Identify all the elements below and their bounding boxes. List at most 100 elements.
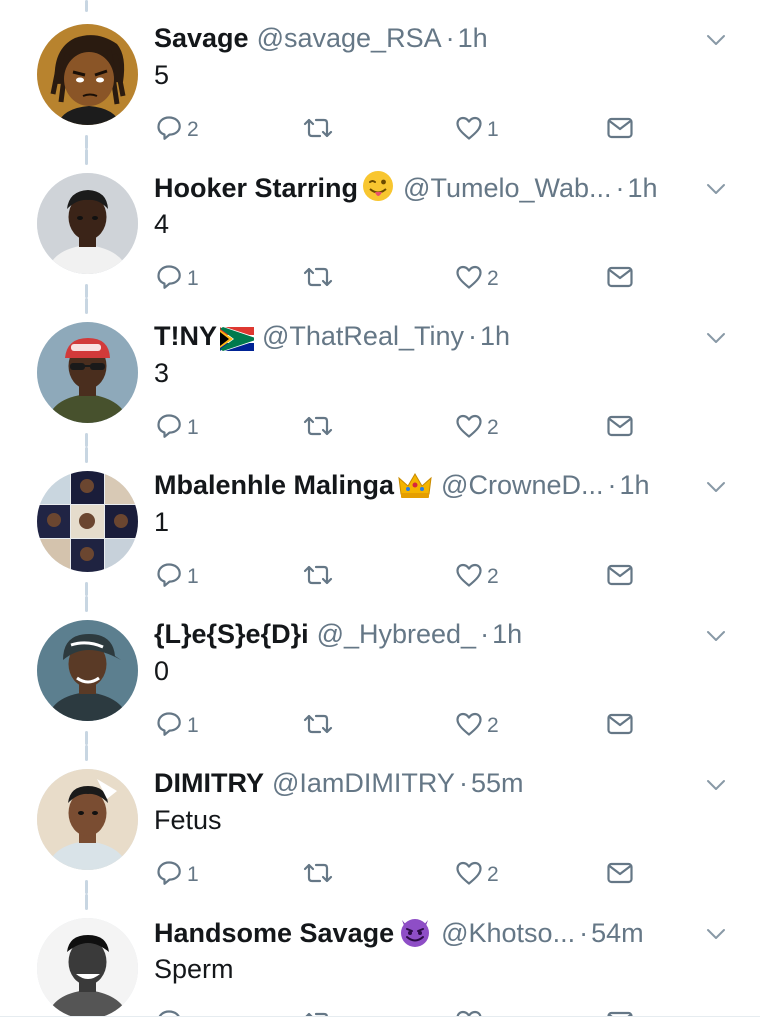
retweet-icon xyxy=(301,709,335,744)
tweet-4[interactable]: Mbalenhle Malinga @CrowneD... · 1h 1 1 2 xyxy=(0,447,760,596)
reply-count: 1 xyxy=(187,267,199,290)
reply-button[interactable]: 1 xyxy=(154,561,199,593)
separator-dot: · xyxy=(480,619,490,649)
retweet-button[interactable] xyxy=(301,263,338,295)
tweet-3[interactable]: T!NY @ThatReal_Tiny · 1h 3 1 2 xyxy=(0,298,760,447)
timestamp[interactable]: 1h xyxy=(480,321,510,351)
user-handle[interactable]: @Khotso... xyxy=(441,918,575,948)
display-name[interactable]: T!NY xyxy=(154,321,217,351)
separator-dot: · xyxy=(607,470,617,500)
reply-icon xyxy=(154,262,184,297)
display-name[interactable]: Hooker Starring xyxy=(154,173,358,203)
like-icon xyxy=(454,560,484,595)
like-button[interactable]: 2 xyxy=(454,710,499,742)
tweet-actions: 1 2 xyxy=(154,412,654,444)
direct-message-button[interactable] xyxy=(605,710,635,742)
reply-count: 1 xyxy=(187,714,199,737)
direct-message-button[interactable] xyxy=(605,561,635,593)
chevron-down-icon[interactable] xyxy=(704,475,728,499)
avatar[interactable] xyxy=(37,620,138,721)
reply-button[interactable]: 2 xyxy=(154,114,199,146)
direct-message-button[interactable] xyxy=(605,114,635,146)
retweet-icon xyxy=(301,411,335,446)
retweet-button[interactable] xyxy=(301,412,338,444)
timestamp[interactable]: 1h xyxy=(628,173,658,203)
like-count: 2 xyxy=(487,863,499,886)
user-handle[interactable]: @savage_RSA xyxy=(257,23,442,53)
separator-dot: · xyxy=(445,23,455,53)
display-name[interactable]: Handsome Savage xyxy=(154,918,394,948)
avatar[interactable] xyxy=(37,918,138,1019)
user-handle[interactable]: @_Hybreed_ xyxy=(317,619,477,649)
timestamp[interactable]: 54m xyxy=(591,918,644,948)
retweet-button[interactable] xyxy=(301,859,338,891)
chevron-down-icon[interactable] xyxy=(704,177,728,201)
tweet-actions: 1 2 xyxy=(154,263,654,295)
direct-message-icon xyxy=(605,262,635,297)
avatar[interactable] xyxy=(37,471,138,572)
tweet-header: T!NY @ThatReal_Tiny · 1h xyxy=(154,318,699,354)
user-handle[interactable]: @Tumelo_Wab... xyxy=(403,173,611,203)
display-name[interactable]: Mbalenhle Malinga xyxy=(154,470,394,500)
like-button[interactable]: 2 xyxy=(454,859,499,891)
retweet-button[interactable] xyxy=(301,561,338,593)
like-button[interactable]: 2 xyxy=(454,263,499,295)
tweet-6[interactable]: DIMITRY @IamDIMITRY · 55m Fetus 1 2 xyxy=(0,745,760,894)
like-icon xyxy=(454,262,484,297)
like-button[interactable]: 1 xyxy=(454,114,499,146)
tweet-text: 1 xyxy=(154,507,170,537)
like-icon xyxy=(454,113,484,148)
reply-button[interactable]: 1 xyxy=(154,412,199,444)
display-name[interactable]: Savage xyxy=(154,23,249,53)
chevron-down-icon[interactable] xyxy=(704,773,728,797)
reply-button[interactable]: 1 xyxy=(154,263,199,295)
tweet-text: Sperm xyxy=(154,954,234,984)
direct-message-button[interactable] xyxy=(605,412,635,444)
thread-line xyxy=(85,880,88,894)
direct-message-icon xyxy=(605,560,635,595)
timestamp[interactable]: 1h xyxy=(620,470,650,500)
like-button[interactable]: 2 xyxy=(454,561,499,593)
tweet-1[interactable]: Savage @savage_RSA · 1h 5 2 1 xyxy=(0,0,760,149)
direct-message-button[interactable] xyxy=(605,859,635,891)
user-handle[interactable]: @IamDIMITRY xyxy=(272,768,455,798)
thread-line xyxy=(85,731,88,745)
tweet-header: {L}e{S}e{D}i @_Hybreed_ · 1h xyxy=(154,616,699,652)
avatar[interactable] xyxy=(37,173,138,274)
thread-line xyxy=(85,894,88,910)
reply-button[interactable]: 1 xyxy=(154,710,199,742)
tweet-text: 3 xyxy=(154,358,170,388)
tweet-5[interactable]: {L}e{S}e{D}i @_Hybreed_ · 1h 0 1 2 xyxy=(0,596,760,745)
user-handle[interactable]: @ThatReal_Tiny xyxy=(262,321,464,351)
reply-count: 1 xyxy=(187,416,199,439)
timestamp[interactable]: 1h xyxy=(492,619,522,649)
avatar[interactable] xyxy=(37,769,138,870)
reply-count: 1 xyxy=(187,565,199,588)
reply-button[interactable]: 1 xyxy=(154,859,199,891)
chevron-down-icon[interactable] xyxy=(704,922,728,946)
direct-message-icon xyxy=(605,411,635,446)
timestamp[interactable]: 1h xyxy=(458,23,488,53)
direct-message-button[interactable] xyxy=(605,263,635,295)
thread-line xyxy=(85,596,88,612)
chevron-down-icon[interactable] xyxy=(704,28,728,52)
tweet-2[interactable]: Hooker Starring @Tumelo_Wab...·1h 4 1 xyxy=(0,149,760,298)
tweet-thread: Savage @savage_RSA · 1h 5 2 1 Hooker Sta… xyxy=(0,0,760,1024)
timestamp[interactable]: 55m xyxy=(471,768,524,798)
chevron-down-icon[interactable] xyxy=(704,326,728,350)
tweet-header: Handsome Savage @Khotso... · 54m xyxy=(154,914,699,950)
avatar[interactable] xyxy=(37,24,138,125)
like-button[interactable]: 2 xyxy=(454,412,499,444)
retweet-button[interactable] xyxy=(301,710,338,742)
separator-dot: · xyxy=(468,321,477,351)
reply-icon xyxy=(154,709,184,744)
display-name[interactable]: DIMITRY xyxy=(154,768,264,798)
thread-line xyxy=(85,0,88,12)
display-name[interactable]: {L}e{S}e{D}i xyxy=(154,619,309,649)
user-handle[interactable]: @CrowneD... xyxy=(441,470,603,500)
tweet-actions: 1 2 xyxy=(154,710,654,742)
tweet-7[interactable]: Handsome Savage @Khotso... · 54m Sperm xyxy=(0,894,760,1024)
chevron-down-icon[interactable] xyxy=(704,624,728,648)
retweet-button[interactable] xyxy=(301,114,338,146)
avatar[interactable] xyxy=(37,322,138,423)
